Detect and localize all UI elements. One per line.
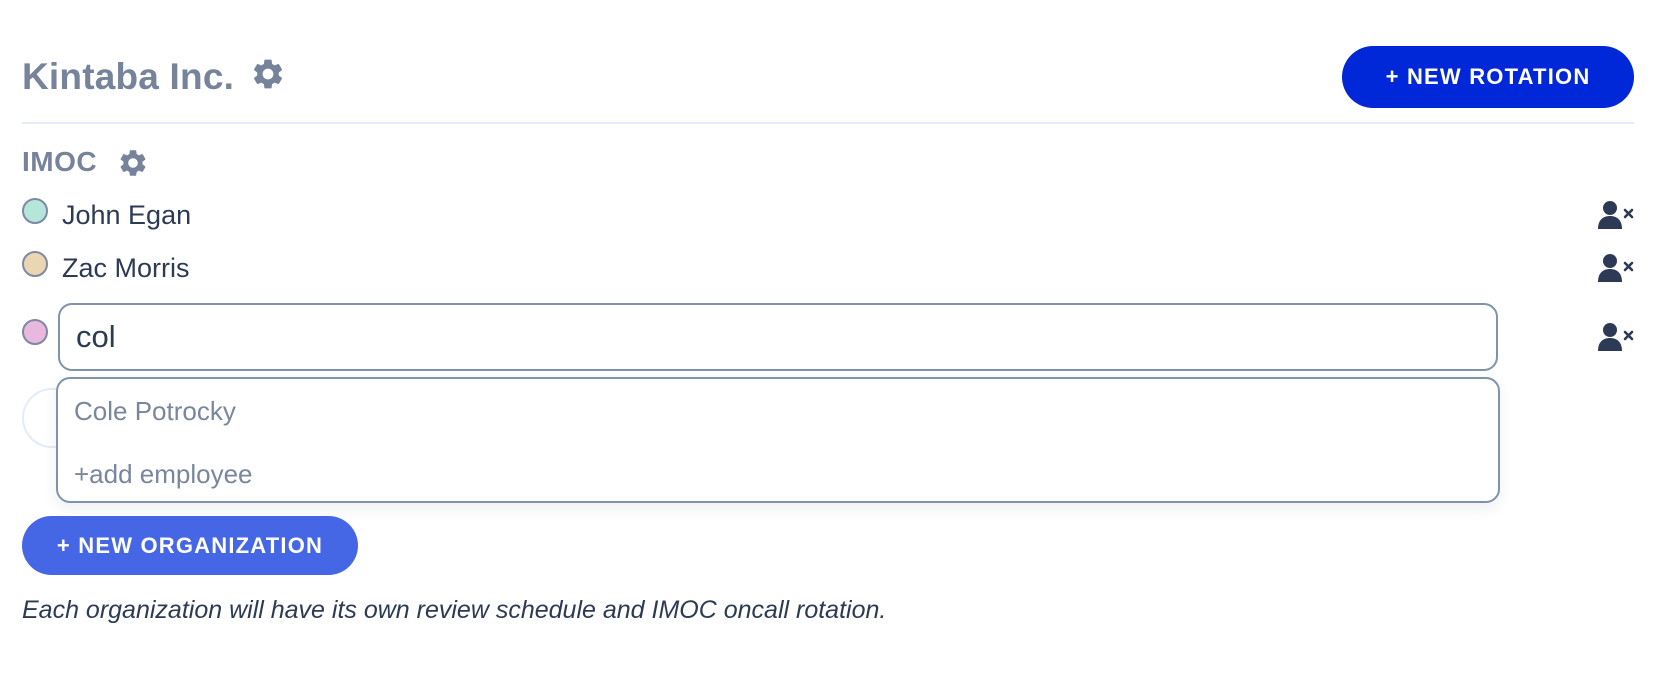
rotation-settings-gear-icon[interactable]: [117, 147, 149, 179]
rotation-settings-page: Kintaba Inc. + NEW ROTATION IMOC John Eg…: [0, 0, 1656, 686]
new-organization-button[interactable]: + NEW ORGANIZATION: [22, 516, 358, 575]
remove-member-icon[interactable]: [1598, 200, 1634, 230]
member-search-input[interactable]: [58, 303, 1498, 371]
rotation-member-row: John Egan: [22, 197, 1634, 237]
organization-title: Kintaba Inc.: [22, 56, 235, 97]
autocomplete-option[interactable]: Cole Potrocky: [74, 396, 236, 427]
autocomplete-dropdown: Cole Potrocky +add employee: [56, 377, 1500, 503]
rotation-title: IMOC: [22, 146, 98, 177]
new-rotation-button[interactable]: + NEW ROTATION: [1342, 46, 1634, 108]
rotation-member-row: Zac Morris: [22, 250, 1634, 290]
organization-settings-gear-icon[interactable]: [250, 56, 286, 92]
member-color-dot[interactable]: [22, 251, 48, 277]
remove-member-icon[interactable]: [1598, 322, 1634, 352]
member-name: Zac Morris: [62, 253, 190, 283]
member-color-dot[interactable]: [22, 198, 48, 224]
member-color-dot[interactable]: [22, 319, 48, 345]
remove-member-icon[interactable]: [1598, 253, 1634, 283]
member-name: John Egan: [62, 200, 192, 230]
organization-header: Kintaba Inc. + NEW ROTATION: [22, 42, 1634, 124]
add-employee-option[interactable]: +add employee: [74, 459, 253, 490]
footer-note: Each organization will have its own revi…: [22, 596, 887, 624]
